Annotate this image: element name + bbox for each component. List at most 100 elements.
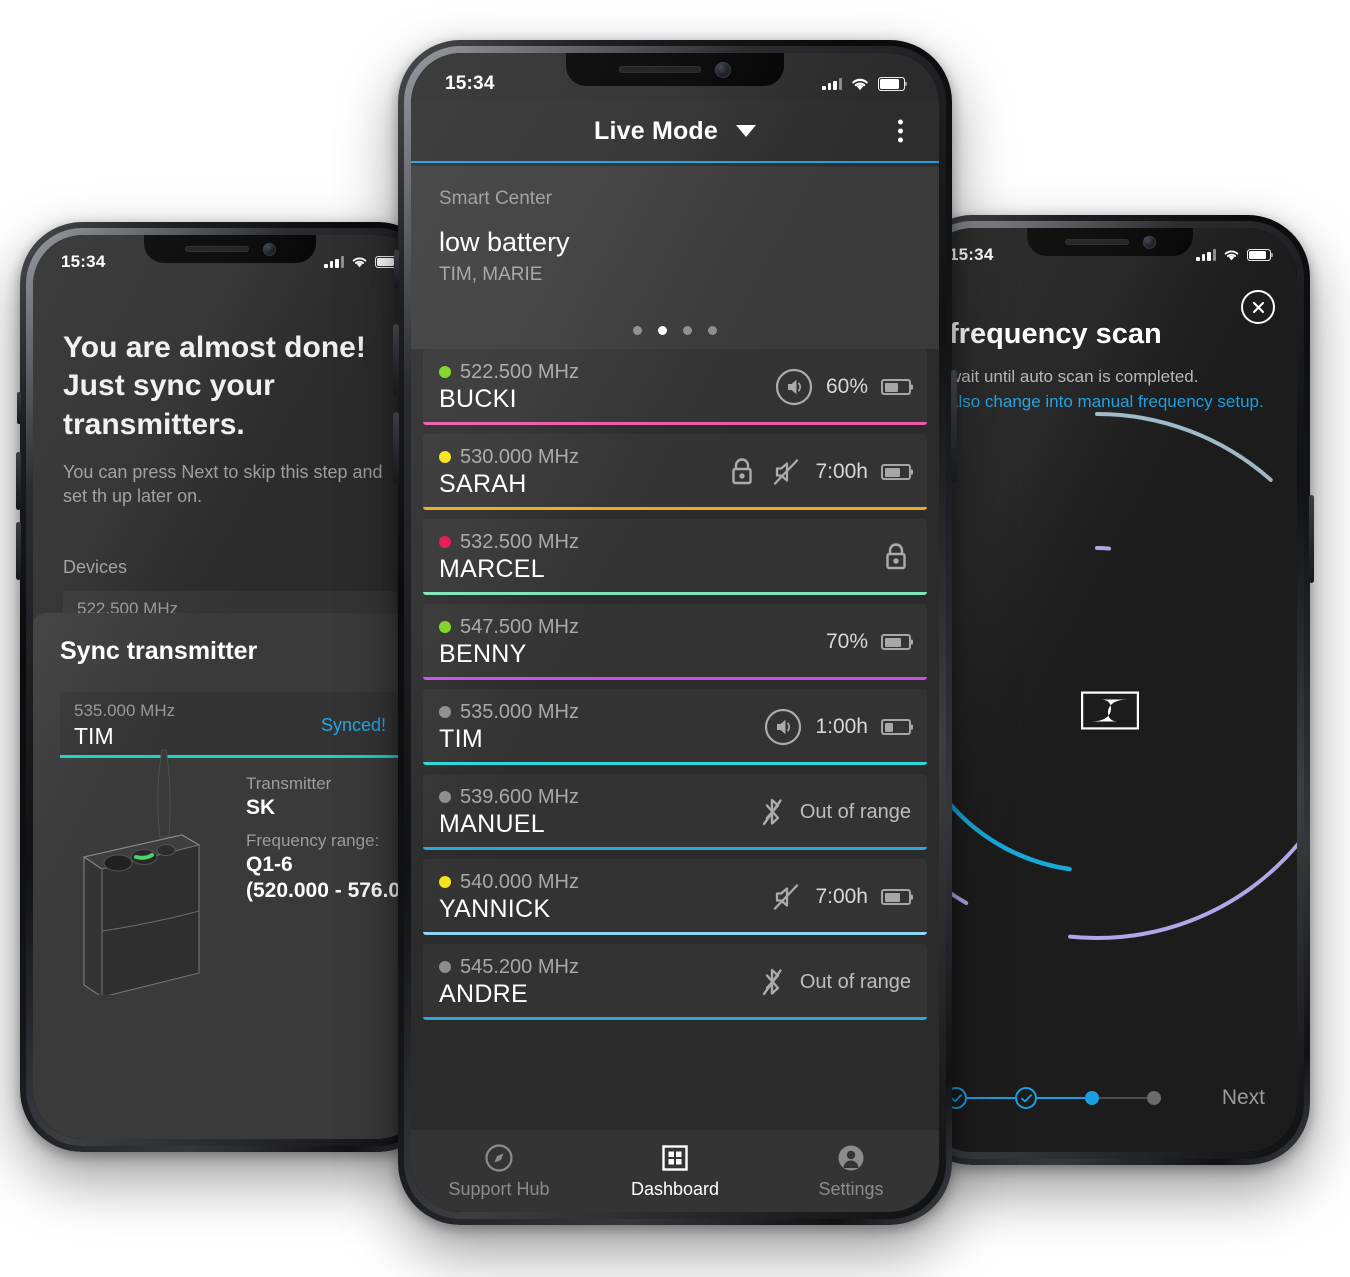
cellular-signal-icon: [1196, 249, 1216, 261]
device-controls[interactable]: Out of range: [757, 795, 911, 829]
table-row[interactable]: 532.500 MHz MARCEL: [423, 519, 927, 595]
device-controls[interactable]: 7:00h: [727, 456, 911, 488]
device-info: 530.000 MHz SARAH: [439, 446, 727, 499]
page-title[interactable]: Live Mode: [594, 117, 718, 146]
speaker-mute-icon[interactable]: [770, 456, 802, 488]
status-time: 15:34: [61, 252, 106, 271]
device-info: 547.500 MHz BENNY: [439, 616, 826, 669]
device-info: 522.500 MHz BUCKI: [439, 361, 775, 414]
step-connector: [1099, 1096, 1147, 1100]
wifi-icon: [852, 78, 868, 91]
front-camera-icon: [262, 242, 276, 256]
device-battery-value: 60%: [825, 375, 868, 398]
sync-transmitter-sheet: Sync transmitter 535.000 MHz TIM Synced!: [33, 613, 427, 1139]
bodypack-transmitter-illustration: [82, 749, 201, 995]
device-controls[interactable]: 1:00h: [764, 708, 911, 746]
next-button[interactable]: Next: [1212, 1078, 1275, 1118]
device-controls[interactable]: 60%: [775, 368, 911, 406]
device-controls[interactable]: [881, 541, 911, 573]
page-indicator-dots[interactable]: [411, 326, 939, 335]
lock-icon[interactable]: [881, 541, 911, 573]
frequency-range-label: Frequency range:: [246, 831, 380, 850]
lock-icon[interactable]: [727, 456, 757, 488]
table-row[interactable]: 539.600 MHz MANUEL Out of range: [423, 774, 927, 850]
front-camera-icon: [715, 61, 731, 78]
page-dot[interactable]: [633, 326, 642, 335]
mute-switch[interactable]: [394, 250, 399, 288]
table-row[interactable]: 545.200 MHz ANDRE Out of range: [423, 944, 927, 1020]
device-accent-bar: [423, 506, 927, 510]
device-frequency: 539.600 MHz: [460, 785, 579, 808]
tab-label: Dashboard: [630, 1178, 720, 1199]
device-name: SARAH: [439, 469, 527, 498]
step-pending-4[interactable]: [1147, 1091, 1161, 1105]
earpiece-speaker-icon: [184, 246, 249, 252]
speaker-circle-icon[interactable]: [775, 368, 813, 406]
table-row[interactable]: 547.500 MHz BENNY 70%: [423, 604, 927, 680]
front-camera-icon: [1142, 235, 1156, 249]
center-phone-device: 15:34 Live Mode Smart Center low battery…: [393, 40, 957, 1225]
transmitter-label: Transmitter: [246, 774, 332, 793]
scan-animation: [923, 376, 1297, 1042]
bluetooth-off-icon: [762, 798, 782, 826]
device-accent-bar: [423, 421, 927, 425]
battery-icon: [1247, 249, 1271, 261]
left-phone-screen: 15:34 You are almost done! Just sync you…: [33, 235, 427, 1139]
device-frequency: 535.000 MHz: [460, 700, 579, 723]
device-name: YANNICK: [439, 894, 551, 923]
onboarding-footer: Next: [923, 1070, 1297, 1126]
status-led-indicator: [439, 621, 451, 633]
device-frequency: 547.500 MHz: [460, 615, 579, 638]
devices-section-label: Devices: [63, 556, 128, 577]
close-icon[interactable]: [1241, 290, 1275, 324]
cellular-signal-icon: [822, 78, 842, 90]
speaker-circle-icon[interactable]: [764, 708, 802, 746]
tab-support-hub[interactable]: Support Hub: [411, 1143, 587, 1200]
step-active-3[interactable]: [1085, 1091, 1099, 1105]
step-completed-2[interactable]: [1015, 1087, 1037, 1109]
page-dot[interactable]: [708, 326, 717, 335]
device-accent-bar: [423, 1016, 927, 1020]
chevron-down-icon[interactable]: [736, 125, 757, 137]
device-accent-bar: [423, 591, 927, 595]
step-connector: [1037, 1096, 1085, 1100]
device-frequency: 532.500 MHz: [460, 530, 579, 553]
onboarding-heading-line2: Just sync your transmitters.: [63, 369, 275, 441]
device-controls[interactable]: Out of range: [757, 965, 911, 999]
navigation-bar: Live Mode: [411, 101, 939, 163]
table-row[interactable]: 530.000 MHz SARAH 7:00h: [423, 434, 927, 510]
device-controls[interactable]: 70%: [826, 630, 911, 654]
tab-settings[interactable]: Settings: [763, 1143, 939, 1200]
device-frequency: 535.000 MHz: [74, 700, 176, 720]
volume-down-button[interactable]: [16, 522, 21, 580]
tab-dashboard[interactable]: Dashboard: [587, 1143, 763, 1200]
center-notch: [566, 53, 784, 86]
device-controls[interactable]: 7:00h: [770, 881, 911, 913]
right-phone-screen: 15:34 frequency scan wait until auto sca…: [923, 228, 1297, 1152]
table-row[interactable]: 540.000 MHz YANNICK 7:00h: [423, 859, 927, 935]
status-led-indicator: [439, 706, 451, 718]
mute-switch[interactable]: [17, 392, 21, 424]
volume-down-button[interactable]: [393, 412, 399, 484]
table-row[interactable]: 535.000 MHz TIM 1:00h: [423, 689, 927, 765]
transmitter-details: Transmitter SK Frequency range: Q1-6 (52…: [246, 763, 424, 903]
table-row[interactable]: 522.500 MHz BUCKI 60%: [423, 349, 927, 425]
device-info: 532.500 MHz MARCEL: [439, 531, 881, 584]
frequency-range-value: Q1-6: [246, 853, 293, 876]
battery-icon: [878, 77, 905, 91]
device-list[interactable]: 522.500 MHz BUCKI 60% 530.000 MHz SARAH: [411, 349, 939, 1130]
frequency-range-detail: (520.000 - 576.000: [246, 879, 424, 902]
device-frequency: 545.200 MHz: [460, 955, 579, 978]
kebab-menu-icon[interactable]: [892, 114, 909, 149]
smart-center-panel[interactable]: Smart Center low battery TIM, MARIE: [411, 166, 939, 349]
volume-up-button[interactable]: [393, 324, 399, 396]
page-dot[interactable]: [683, 326, 692, 335]
power-button[interactable]: [951, 370, 957, 482]
volume-up-button[interactable]: [16, 452, 21, 510]
page-dot-active[interactable]: [658, 326, 667, 335]
device-accent-bar: [423, 931, 927, 935]
tab-label: Settings: [818, 1178, 884, 1199]
device-frequency: 540.000 MHz: [460, 870, 579, 893]
speaker-mute-icon[interactable]: [770, 881, 802, 913]
power-button[interactable]: [1309, 495, 1314, 583]
